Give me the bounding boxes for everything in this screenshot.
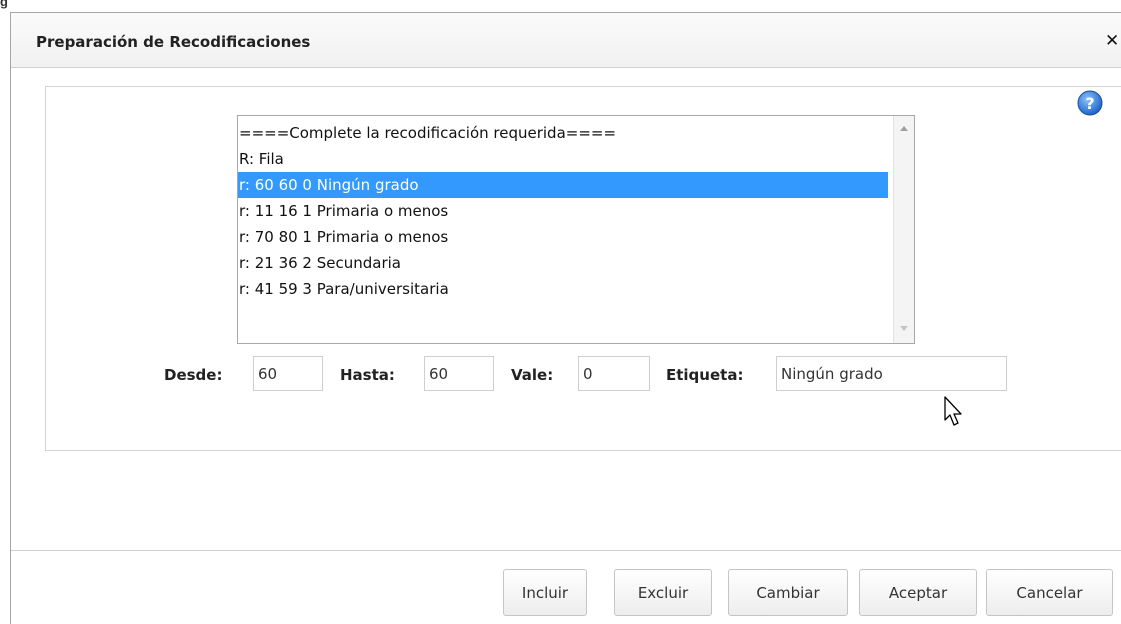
recoding-dialog: Preparación de Recodificaciones ✕ ? ====… bbox=[10, 12, 1121, 624]
recode-fields-row: Desde: Hasta: Vale: Etiqueta: bbox=[11, 356, 1121, 392]
help-icon[interactable]: ? bbox=[1077, 90, 1103, 116]
excluir-button[interactable]: Excluir bbox=[614, 569, 712, 616]
desde-label: Desde: bbox=[164, 366, 223, 384]
cancelar-button[interactable]: Cancelar bbox=[986, 569, 1113, 616]
page-text-fragment: g bbox=[0, 0, 8, 9]
scroll-up-arrow-icon[interactable] bbox=[900, 126, 908, 131]
list-item[interactable]: r: 21 36 2 Secundaria bbox=[238, 250, 888, 276]
vale-label: Vale: bbox=[511, 366, 554, 384]
listbox-scrollbar[interactable] bbox=[893, 116, 914, 343]
page-background-strip: g bbox=[0, 0, 1121, 12]
dialog-titlebar: Preparación de Recodificaciones ✕ bbox=[11, 13, 1121, 68]
hasta-label: Hasta: bbox=[340, 366, 395, 384]
dialog-title: Preparación de Recodificaciones bbox=[36, 33, 311, 51]
etiqueta-input[interactable] bbox=[776, 356, 1007, 391]
footer-separator bbox=[11, 550, 1121, 551]
recode-list-items: ====Complete la recodificación requerida… bbox=[238, 120, 888, 302]
list-item[interactable]: R: Fila bbox=[238, 146, 888, 172]
cambiar-button[interactable]: Cambiar bbox=[728, 569, 848, 616]
recode-listbox[interactable]: ====Complete la recodificación requerida… bbox=[237, 115, 915, 344]
list-item-selected[interactable]: r: 60 60 0 Ningún grado bbox=[238, 172, 888, 198]
hasta-input[interactable] bbox=[424, 356, 494, 391]
etiqueta-label: Etiqueta: bbox=[666, 366, 744, 384]
list-item[interactable]: ====Complete la recodificación requerida… bbox=[238, 120, 888, 146]
list-item[interactable]: r: 11 16 1 Primaria o menos bbox=[238, 198, 888, 224]
list-item[interactable]: r: 41 59 3 Para/universitaria bbox=[238, 276, 888, 302]
aceptar-button[interactable]: Aceptar bbox=[859, 569, 977, 616]
incluir-button[interactable]: Incluir bbox=[503, 569, 587, 616]
desde-input[interactable] bbox=[253, 356, 323, 391]
list-item[interactable]: r: 70 80 1 Primaria o menos bbox=[238, 224, 888, 250]
scroll-down-arrow-icon[interactable] bbox=[900, 326, 908, 331]
vale-input[interactable] bbox=[578, 356, 650, 391]
close-icon[interactable]: ✕ bbox=[1105, 31, 1119, 51]
mouse-pointer-icon bbox=[944, 396, 962, 426]
close-icon-glyph: ✕ bbox=[1105, 31, 1120, 51]
help-icon-glyph: ? bbox=[1085, 94, 1094, 113]
